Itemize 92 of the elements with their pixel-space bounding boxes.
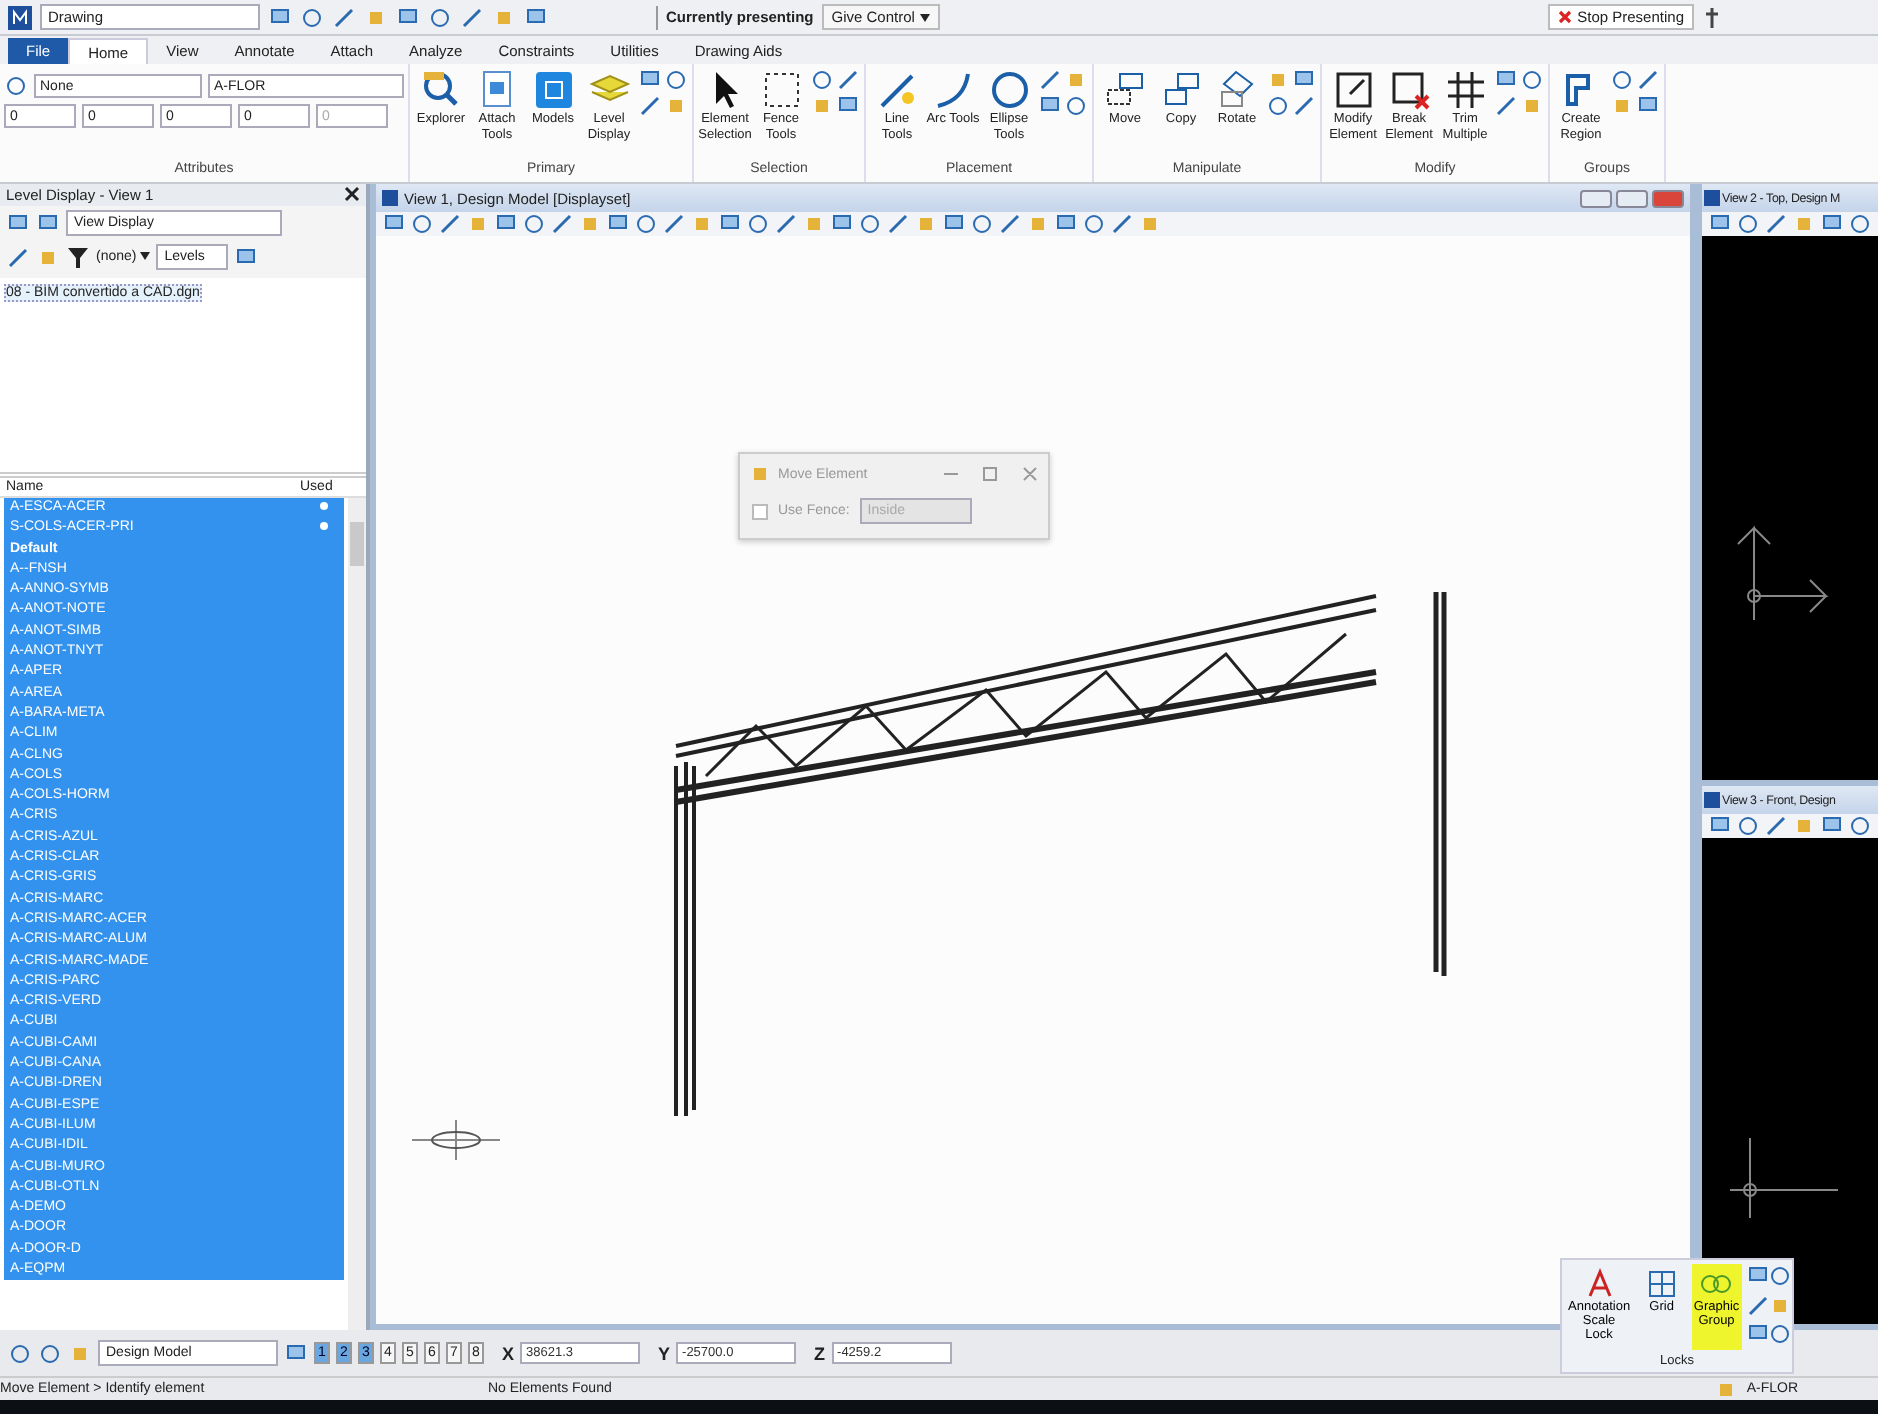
close-button[interactable]: [1652, 189, 1684, 207]
line-icon[interactable]: [998, 212, 1022, 236]
tile-icon[interactable]: [466, 212, 490, 236]
circle-icon[interactable]: [1736, 212, 1760, 236]
square-icon[interactable]: [6, 211, 30, 235]
line-icon[interactable]: [460, 5, 484, 29]
square-icon[interactable]: [524, 5, 548, 29]
line-icon[interactable]: [662, 212, 686, 236]
window-controls-icon: [940, 466, 1040, 482]
view-axes-icon: [1730, 1138, 1838, 1218]
circle-icon[interactable]: [970, 212, 994, 236]
circle-icon[interactable]: [38, 1341, 62, 1365]
tile-icon[interactable]: [1520, 94, 1544, 118]
app-icon[interactable]: [8, 5, 32, 29]
grid-icon: [1645, 1268, 1678, 1300]
minimize-button[interactable]: [1580, 189, 1612, 207]
close-icon[interactable]: [344, 186, 360, 202]
line-icon[interactable]: [550, 212, 574, 236]
circle-icon[interactable]: [1520, 68, 1544, 92]
diamond-icon: [1215, 68, 1259, 112]
tile-icon[interactable]: [690, 212, 714, 236]
compass-icon: [408, 1116, 504, 1164]
line-icon[interactable]: [1038, 68, 1062, 92]
line-icon[interactable]: [1110, 212, 1134, 236]
circle-icon[interactable]: [1736, 814, 1760, 838]
use-fence-checkbox[interactable]: [752, 503, 768, 519]
circle-icon[interactable]: [664, 68, 688, 92]
circle-icon[interactable]: [300, 5, 324, 29]
hash-grid-icon: [1443, 68, 1487, 112]
tile-icon[interactable]: [1792, 814, 1816, 838]
line-icon[interactable]: [638, 94, 662, 118]
circle-icon[interactable]: [1064, 94, 1088, 118]
circle-icon[interactable]: [522, 212, 546, 236]
tile-icon[interactable]: [914, 212, 938, 236]
close-icon: [1557, 10, 1572, 24]
tile-icon[interactable]: [1026, 212, 1050, 236]
circle-icon[interactable]: [1610, 68, 1634, 92]
tile-icon[interactable]: [1792, 212, 1816, 236]
circle-icon[interactable]: [1848, 814, 1872, 838]
circle-icon[interactable]: [1768, 1322, 1792, 1347]
circle-icon[interactable]: [746, 212, 770, 236]
caret-icon: [140, 252, 151, 260]
tile-icon[interactable]: [1064, 68, 1088, 92]
circle-icon[interactable]: [634, 212, 658, 236]
circle-icon[interactable]: [428, 5, 452, 29]
square-icon[interactable]: [396, 5, 420, 29]
tile-icon[interactable]: [1266, 68, 1290, 92]
tile-icon[interactable]: [802, 212, 826, 236]
circle-icon[interactable]: [4, 74, 28, 98]
view-icon: [1704, 190, 1720, 206]
view-icon: [1704, 792, 1720, 808]
view-icon: [382, 190, 398, 206]
dashed-rectangle-icon: [759, 68, 803, 112]
tile-icon[interactable]: [748, 462, 772, 486]
circle-icon[interactable]: [1266, 94, 1290, 118]
square-icon[interactable]: [234, 245, 259, 269]
line-icon[interactable]: [1636, 68, 1660, 92]
line-icon[interactable]: [1746, 1293, 1770, 1318]
circle-icon[interactable]: [1768, 1264, 1792, 1288]
square-icon[interactable]: [268, 5, 292, 29]
line-icon[interactable]: [836, 68, 860, 92]
line-icon[interactable]: [6, 245, 30, 269]
tile-icon[interactable]: [578, 212, 602, 236]
tile-icon[interactable]: [1610, 94, 1634, 118]
square-icon[interactable]: [284, 1341, 308, 1365]
axis-label: X: [502, 1343, 515, 1363]
line-icon[interactable]: [1764, 814, 1788, 838]
filter-icon[interactable]: [66, 245, 90, 269]
line-icon[interactable]: [332, 5, 356, 29]
line-icon[interactable]: [886, 212, 910, 236]
line-icon[interactable]: [438, 212, 462, 236]
circle-icon[interactable]: [858, 212, 882, 236]
maximize-button[interactable]: [1616, 189, 1648, 207]
circle-icon[interactable]: [810, 68, 834, 92]
square-icon[interactable]: [36, 211, 60, 235]
axis-label: Y: [658, 1343, 671, 1363]
tile-icon[interactable]: [810, 94, 834, 118]
line-icon[interactable]: [1494, 94, 1518, 118]
axis-label: Z: [814, 1343, 826, 1363]
circle-icon[interactable]: [1848, 212, 1872, 236]
caret-icon: [919, 14, 930, 22]
line-icon[interactable]: [1764, 212, 1788, 236]
letter-a-icon: [1583, 1268, 1616, 1300]
line-icon[interactable]: [1292, 94, 1316, 118]
circle-icon[interactable]: [8, 1341, 32, 1365]
tile-icon[interactable]: [1138, 212, 1162, 236]
circle-icon[interactable]: [410, 212, 434, 236]
line-icon[interactable]: [774, 212, 798, 236]
square-cross-icon: [1387, 68, 1431, 112]
circle-icon[interactable]: [1082, 212, 1106, 236]
circle-icon: [987, 68, 1031, 112]
tile-icon[interactable]: [664, 94, 688, 118]
